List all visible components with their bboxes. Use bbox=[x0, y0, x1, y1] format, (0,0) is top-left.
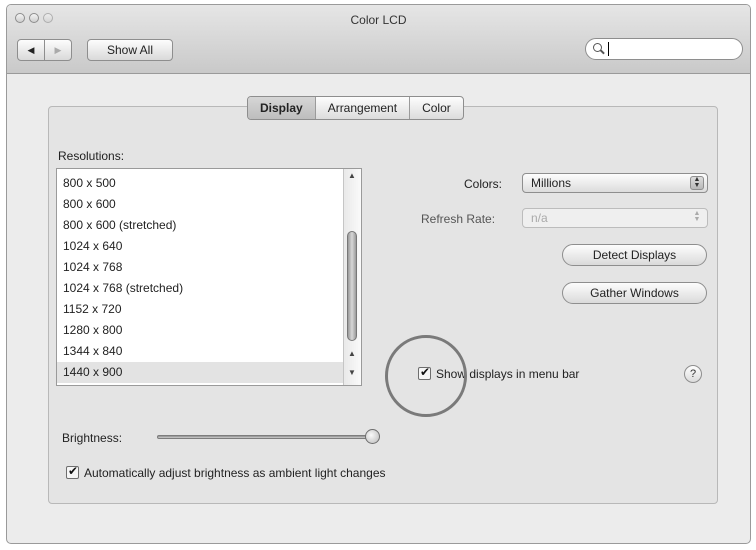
search-icon bbox=[593, 43, 602, 52]
tab-arrangement[interactable]: Arrangement bbox=[316, 97, 411, 119]
title-bar: Color LCD ◀ ▶ Show All bbox=[7, 5, 750, 74]
scroll-up-icon[interactable]: ▲ bbox=[348, 349, 356, 358]
scroll-down-icon[interactable]: ▼ bbox=[348, 368, 356, 377]
show-displays-checkbox[interactable] bbox=[418, 365, 431, 380]
help-button[interactable]: ? bbox=[684, 365, 702, 383]
back-button[interactable]: ◀ bbox=[17, 39, 45, 61]
resolutions-label: Resolutions: bbox=[58, 149, 125, 163]
list-item[interactable]: 800 x 600 (stretched) bbox=[57, 215, 345, 236]
updown-arrows-icon: ▲ ▼ bbox=[690, 176, 704, 190]
updown-arrows-icon: ▲ ▼ bbox=[693, 210, 701, 223]
text-caret bbox=[608, 42, 609, 56]
auto-brightness-checkbox[interactable] bbox=[66, 464, 79, 479]
colors-select[interactable]: Millions ▲ ▼ bbox=[522, 173, 708, 193]
scrollbar-thumb[interactable] bbox=[347, 231, 357, 341]
resolutions-scrollbar[interactable]: ▲ ▲ ▼ bbox=[343, 169, 361, 385]
brightness-slider-track[interactable] bbox=[157, 435, 377, 439]
list-item[interactable]: 800 x 500 bbox=[57, 173, 345, 194]
colors-label: Colors: bbox=[464, 177, 503, 191]
colors-value: Millions bbox=[531, 176, 572, 190]
refresh-rate-select: n/a ▲ ▼ bbox=[522, 208, 708, 228]
detect-displays-button[interactable]: Detect Displays bbox=[562, 244, 707, 266]
gather-windows-button[interactable]: Gather Windows bbox=[562, 282, 707, 304]
list-item[interactable]: 1280 x 800 bbox=[57, 320, 345, 341]
list-item[interactable]: 800 x 600 bbox=[57, 194, 345, 215]
refresh-rate-label: Refresh Rate: bbox=[421, 212, 496, 226]
refresh-rate-value: n/a bbox=[531, 211, 548, 225]
tab-bar: Display Arrangement Color bbox=[247, 96, 464, 120]
show-displays-label: Show displays in menu bar bbox=[436, 367, 580, 381]
window-title: Color LCD bbox=[350, 13, 407, 27]
brightness-label: Brightness: bbox=[62, 431, 123, 445]
resolutions-list[interactable]: 800 x 500 800 x 600 800 x 600 (stretched… bbox=[56, 168, 362, 386]
list-item[interactable]: 1344 x 840 bbox=[57, 341, 345, 362]
list-item[interactable]: 1152 x 720 bbox=[57, 299, 345, 320]
list-item-selected[interactable]: 1440 x 900 bbox=[57, 362, 345, 383]
tab-display[interactable]: Display bbox=[248, 97, 316, 119]
list-item[interactable]: 1024 x 768 (stretched) bbox=[57, 278, 345, 299]
show-all-button[interactable]: Show All bbox=[87, 39, 173, 61]
tab-color[interactable]: Color bbox=[410, 97, 463, 119]
list-item[interactable]: 1024 x 640 bbox=[57, 236, 345, 257]
forward-button[interactable]: ▶ bbox=[44, 39, 72, 61]
list-item[interactable]: 1024 x 768 bbox=[57, 257, 345, 278]
brightness-slider-knob[interactable] bbox=[365, 429, 381, 444]
scroll-up-icon[interactable]: ▲ bbox=[348, 171, 356, 180]
search-input[interactable] bbox=[585, 38, 743, 60]
auto-brightness-label: Automatically adjust brightness as ambie… bbox=[84, 466, 386, 480]
